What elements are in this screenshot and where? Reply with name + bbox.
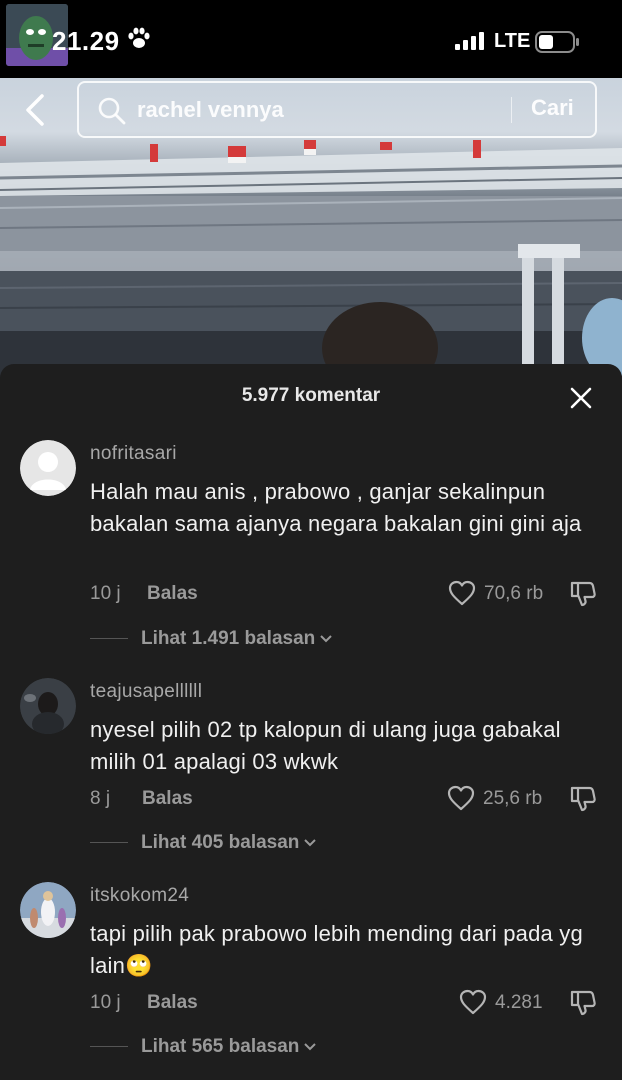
replies-divider (90, 638, 128, 639)
comments-count-title: 5.977 komentar (241, 385, 381, 406)
search-input[interactable] (137, 95, 497, 125)
comment-meta: 8 j Balas 25,6 rb (90, 784, 610, 814)
comment-text: Halah mau anis , prabowo , ganjar sekali… (90, 479, 582, 536)
comment-item: itskokom24 tapi pilih pak prabowo lebih … (0, 882, 622, 1062)
dislike-button[interactable] (568, 784, 600, 814)
comment-meta: 10 j Balas 4.281 (90, 988, 610, 1018)
view-replies-label: Lihat 405 balasan (141, 832, 317, 854)
avatar[interactable] (20, 440, 76, 496)
comment-text: tapi pilih pak prabowo lebih mending dar… (90, 921, 583, 978)
battery-icon (535, 31, 579, 53)
close-icon[interactable] (566, 383, 596, 413)
chevron-down-icon (304, 1043, 317, 1051)
comment-item: nofritasari Halah mau anis , prabowo , g… (0, 440, 622, 660)
comment-item: teajusapellllll nyesel pilih 02 tp kalop… (0, 678, 622, 858)
chevron-down-icon (320, 635, 332, 643)
chevron-down-icon (304, 839, 317, 847)
comment-time: 10 j (90, 583, 121, 604)
heart-icon (448, 580, 476, 606)
replies-divider (90, 1046, 128, 1047)
paw-icon (128, 27, 150, 48)
comment-text: nyesel pilih 02 tp kalopun di ulang juga… (90, 717, 561, 774)
comment-username[interactable]: nofritasari (90, 443, 177, 465)
search-submit-button[interactable]: Cari (531, 95, 574, 121)
dislike-button[interactable] (568, 579, 600, 609)
like-count: 70,6 rb (484, 583, 544, 604)
comments-sheet: 5.977 komentar nofritasari Halah mau ani… (0, 364, 622, 1080)
heart-icon (459, 989, 487, 1015)
comment-username[interactable]: itskokom24 (90, 885, 189, 907)
like-count: 4.281 (495, 992, 543, 1013)
comment-time: 8 j (90, 788, 111, 809)
dislike-icon (570, 990, 596, 1016)
avatar[interactable] (20, 882, 76, 938)
view-replies-label: Lihat 565 balasan (141, 1036, 317, 1058)
back-arrow-icon[interactable] (20, 92, 50, 128)
comment-meta: 10 j Balas 70,6 rb (90, 579, 610, 609)
comment-time: 10 j (90, 992, 121, 1013)
signal-icon (455, 32, 484, 50)
replies-divider (90, 842, 128, 843)
view-replies-label: Lihat 1.491 balasan (141, 628, 333, 650)
status-time: 21.29 (52, 26, 120, 56)
search-bar[interactable]: Cari (77, 81, 597, 138)
search-divider (511, 97, 512, 123)
dislike-icon (570, 786, 596, 812)
reply-button[interactable]: Balas (147, 992, 198, 1014)
search-icon (98, 97, 126, 125)
avatar[interactable] (20, 678, 76, 734)
status-bar: 21.29 LTE (0, 0, 622, 78)
dislike-icon (570, 581, 596, 607)
dislike-button[interactable] (568, 988, 600, 1018)
comment-username[interactable]: teajusapellllll (90, 681, 202, 703)
like-count: 25,6 rb (483, 788, 543, 809)
reply-button[interactable]: Balas (147, 583, 198, 605)
heart-icon (447, 785, 475, 811)
reply-button[interactable]: Balas (142, 788, 193, 810)
network-type: LTE (494, 30, 531, 52)
